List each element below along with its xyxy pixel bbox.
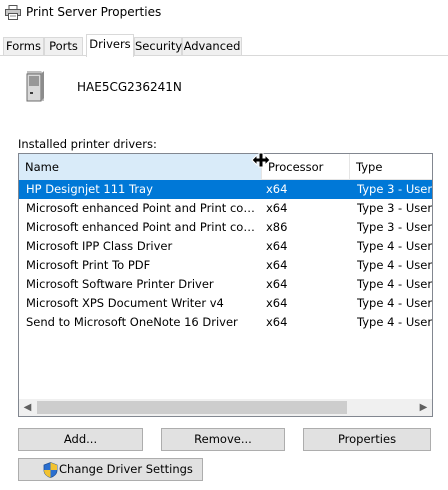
driver-processor: x64	[266, 296, 288, 310]
driver-type: Type 4 - User M	[357, 277, 433, 291]
driver-type: Type 4 - User M	[357, 239, 433, 253]
title-bar: Print Server Properties	[0, 0, 448, 26]
driver-name: HP Designjet 111 Tray	[26, 182, 153, 196]
scroll-right-arrow-icon[interactable]: ▶	[415, 399, 432, 416]
scroll-left-arrow-icon[interactable]: ◀	[19, 399, 36, 416]
driver-processor: x64	[266, 201, 288, 215]
column-resize-cursor-icon	[251, 152, 271, 168]
table-row[interactable]: HP Designjet 111 Tray x64 Type 3 - User M	[19, 180, 432, 199]
printer-icon	[5, 5, 21, 20]
server-name: HAE5CG236241N	[77, 80, 182, 94]
change-driver-settings-button[interactable]: Change Driver Settings	[18, 458, 203, 481]
remove-driver-button[interactable]: Remove...	[161, 428, 285, 451]
table-row[interactable]: Microsoft Software Printer Driver x64 Type…	[19, 275, 432, 294]
driver-type: Type 4 - User M	[357, 296, 433, 310]
driver-processor: x64	[266, 315, 288, 329]
driver-processor: x64	[266, 239, 288, 253]
table-row[interactable]: Microsoft IPP Class Driver x64 Type 4 - Us…	[19, 237, 432, 256]
table-row[interactable]: Microsoft enhanced Point and Print comp.…	[19, 199, 432, 218]
driver-name: Send to Microsoft OneNote 16 Driver	[26, 315, 238, 329]
server-tower-icon	[26, 71, 44, 102]
table-row[interactable]: Microsoft Print To PDF x64 Type 4 - User M	[19, 256, 432, 275]
driver-processor: x64	[266, 182, 288, 196]
add-driver-button[interactable]: Add...	[18, 428, 143, 451]
driver-type: Type 4 - User M	[357, 315, 433, 329]
listview-rows: HP Designjet 111 Tray x64 Type 3 - User M …	[19, 180, 432, 332]
driver-type: Type 3 - User M	[357, 182, 433, 196]
driver-name: Microsoft Print To PDF	[26, 258, 151, 272]
driver-name: Microsoft enhanced Point and Print comp.…	[26, 220, 261, 234]
column-header-processor[interactable]: Processor	[261, 154, 349, 180]
table-row[interactable]: Send to Microsoft OneNote 16 Driver x64 Ty…	[19, 313, 432, 332]
table-row[interactable]: Microsoft XPS Document Writer v4 x64 Type …	[19, 294, 432, 313]
tab-strip: Forms Ports Drivers Security Advanced	[0, 34, 448, 57]
tab-security[interactable]: Security	[134, 37, 182, 56]
change-driver-settings-label: Change Driver Settings	[59, 462, 193, 476]
driver-name: Microsoft Software Printer Driver	[26, 277, 214, 291]
tab-forms[interactable]: Forms	[3, 37, 44, 56]
driver-name: Microsoft XPS Document Writer v4	[26, 296, 224, 310]
installed-drivers-label: Installed printer drivers:	[18, 137, 157, 151]
scrollbar-thumb[interactable]	[37, 401, 347, 414]
window-title: Print Server Properties	[26, 5, 162, 19]
driver-properties-button[interactable]: Properties	[303, 428, 431, 451]
driver-type: Type 3 - User M	[357, 201, 433, 215]
tab-ports[interactable]: Ports	[44, 37, 83, 56]
horizontal-scrollbar[interactable]: ◀ ▶	[19, 399, 432, 416]
driver-name: Microsoft IPP Class Driver	[26, 239, 173, 253]
driver-name: Microsoft enhanced Point and Print comp.…	[26, 201, 261, 215]
driver-processor: x86	[266, 220, 288, 234]
table-row[interactable]: Microsoft enhanced Point and Print comp.…	[19, 218, 432, 237]
driver-type: Type 4 - User M	[357, 258, 433, 272]
driver-type: Type 3 - User M	[357, 220, 433, 234]
uac-shield-icon	[43, 462, 58, 478]
listview-header: Name Processor Type	[19, 154, 432, 180]
driver-processor: x64	[266, 277, 288, 291]
column-header-type[interactable]: Type	[349, 154, 432, 180]
tab-drivers[interactable]: Drivers	[86, 34, 134, 57]
driver-processor: x64	[266, 258, 288, 272]
tab-advanced[interactable]: Advanced	[182, 37, 242, 56]
drivers-listview[interactable]: Name Processor Type HP Designjet 111 Tra…	[18, 153, 433, 417]
column-header-name[interactable]: Name	[19, 154, 261, 180]
